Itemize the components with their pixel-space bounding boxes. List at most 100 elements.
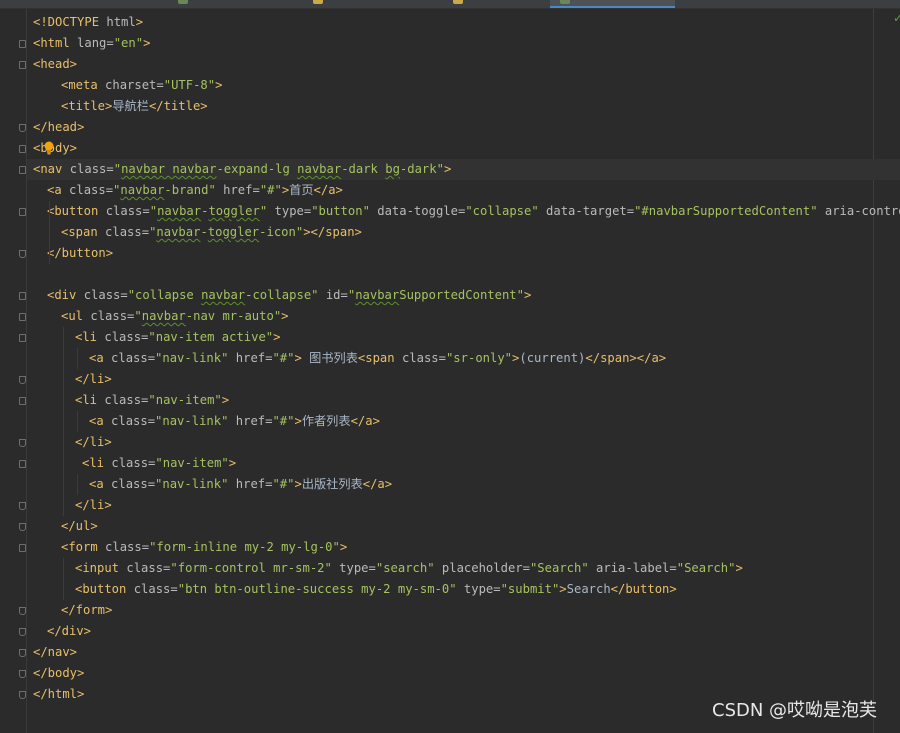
code-line[interactable]: <li class="nav-item"> <box>27 390 900 411</box>
code-token: -collapse" <box>245 288 326 302</box>
code-line[interactable]: <button class="btn btn-outline-success m… <box>27 579 900 600</box>
code-token: "#" <box>272 477 295 491</box>
code-token: class= <box>111 351 156 365</box>
code-token: data-target= <box>546 204 635 218</box>
fold-end-marker[interactable] <box>19 376 26 384</box>
code-line[interactable]: </li> <box>27 495 900 516</box>
lightbulb-icon[interactable] <box>43 141 55 155</box>
code-token: <span <box>61 225 106 239</box>
code-token: <meta <box>61 78 106 92</box>
code-line[interactable]: </nav> <box>27 642 900 663</box>
code-line[interactable]: </li> <box>27 369 900 390</box>
code-line[interactable]: <li class="nav-item"> <box>27 453 900 474</box>
code-line[interactable]: </button> <box>27 243 900 264</box>
fold-end-marker[interactable] <box>19 502 26 510</box>
fold-start-marker[interactable] <box>19 313 26 321</box>
code-line[interactable]: </ul> <box>27 516 900 537</box>
fold-start-marker[interactable] <box>19 208 26 216</box>
code-line[interactable]: <meta charset="UTF-8"> <box>27 75 900 96</box>
code-token: " <box>259 204 275 218</box>
code-line[interactable] <box>27 264 900 285</box>
code-token: type= <box>339 561 376 575</box>
code-line-text: <a class="nav-link" href="#"> 图书列表<span … <box>89 348 666 369</box>
code-line[interactable]: </form> <box>27 600 900 621</box>
code-editor[interactable]: <!DOCTYPE html> <html lang="en"> <head> <me… <box>27 9 900 733</box>
code-line[interactable]: <a class="nav-link" href="#">作者列表</a> <box>27 411 900 432</box>
fold-end-marker[interactable] <box>19 124 26 132</box>
fold-end-marker[interactable] <box>19 691 26 699</box>
code-token: Search <box>566 582 611 596</box>
code-token: <html <box>33 36 78 50</box>
code-line-text: <li class="nav-item"> <box>82 453 236 474</box>
code-token: <ul <box>61 309 91 323</box>
code-line[interactable]: <!DOCTYPE html> <box>27 12 900 33</box>
fold-start-marker[interactable] <box>19 460 26 468</box>
code-token: navbar <box>201 288 246 302</box>
code-line[interactable]: <head> <box>27 54 900 75</box>
fold-end-marker[interactable] <box>19 250 26 258</box>
code-line-text: </form> <box>61 600 112 621</box>
code-line[interactable]: </li> <box>27 432 900 453</box>
code-line[interactable]: <title>导航栏</title> <box>27 96 900 117</box>
code-token: class= <box>105 225 150 239</box>
code-line[interactable]: <body> <box>27 138 900 159</box>
code-line[interactable]: <span class="navbar-toggler-icon"></span… <box>27 222 900 243</box>
code-line[interactable]: <nav class="navbar navbar-expand-lg navb… <box>27 159 900 180</box>
code-token: > <box>215 78 223 92</box>
code-line-text: </body> <box>33 663 84 684</box>
code-token: > <box>294 351 310 365</box>
fold-end-marker[interactable] <box>19 607 26 615</box>
code-line[interactable]: <a class="navbar-brand" href="#">首页</a> <box>27 180 900 201</box>
code-token: type= <box>274 204 312 218</box>
code-line[interactable]: </div> <box>27 621 900 642</box>
fold-start-marker[interactable] <box>19 292 26 300</box>
code-line[interactable]: <ul class="navbar-nav mr-auto"> <box>27 306 900 327</box>
code-token: > <box>273 330 281 344</box>
fold-start-marker[interactable] <box>19 397 26 405</box>
code-token: "form-inline my-2 my-lg-0" <box>149 540 340 554</box>
editor-tab[interactable] <box>24 0 30 8</box>
code-line[interactable]: <a class="nav-link" href="#">出版社列表</a> <box>27 474 900 495</box>
code-line[interactable]: </head> <box>27 117 900 138</box>
fold-end-marker[interactable] <box>19 523 26 531</box>
code-line-text: <form class="form-inline my-2 my-lg-0"> <box>61 537 347 558</box>
code-token: </a> <box>313 183 343 197</box>
fold-end-marker[interactable] <box>19 670 26 678</box>
code-token: "#navbarSupportedContent" <box>634 204 825 218</box>
inspection-ok-icon[interactable]: ✓ <box>893 12 900 24</box>
fold-end-marker[interactable] <box>19 439 26 447</box>
editor-tab[interactable] <box>305 0 440 8</box>
code-line[interactable]: <div class="collapse navbar-collapse" id… <box>27 285 900 306</box>
code-line[interactable]: <input class="form-control mr-sm-2" type… <box>27 558 900 579</box>
code-line[interactable]: <li class="nav-item active"> <box>27 327 900 348</box>
code-token: > <box>443 162 452 176</box>
editor-gutter[interactable] <box>0 9 27 733</box>
code-line[interactable]: </body> <box>27 663 900 684</box>
fold-start-marker[interactable] <box>19 334 26 342</box>
code-line[interactable]: <html lang="en"> <box>27 33 900 54</box>
editor-tab[interactable] <box>170 0 300 8</box>
code-line[interactable]: <form class="form-inline my-2 my-lg-0"> <box>27 537 900 558</box>
fold-start-marker[interactable] <box>19 61 26 69</box>
code-token: > <box>143 36 151 50</box>
code-token: SupportedContent" <box>399 288 524 302</box>
fold-start-marker[interactable] <box>19 145 26 153</box>
code-line-text: <input class="form-control mr-sm-2" type… <box>75 558 743 579</box>
code-token: </form> <box>61 603 113 617</box>
fold-end-marker[interactable] <box>19 628 26 636</box>
code-token: </head> <box>33 120 85 134</box>
code-line-text: <html lang="en"> <box>33 33 150 54</box>
code-token: 导航栏 <box>112 99 149 113</box>
fold-start-marker[interactable] <box>19 544 26 552</box>
fold-start-marker[interactable] <box>19 40 26 48</box>
editor-tab[interactable] <box>445 0 545 8</box>
code-line[interactable]: <a class="nav-link" href="#"> 图书列表<span … <box>27 348 900 369</box>
code-token: <nav <box>33 162 70 176</box>
code-token: </button> <box>610 582 677 596</box>
code-token: > <box>523 288 532 302</box>
code-token: <div <box>47 288 84 302</box>
fold-end-marker[interactable] <box>19 649 26 657</box>
fold-start-marker[interactable] <box>19 166 26 174</box>
editor-tab-active[interactable] <box>550 0 675 8</box>
code-line[interactable]: <button class="navbar-toggler" type="but… <box>27 201 900 222</box>
